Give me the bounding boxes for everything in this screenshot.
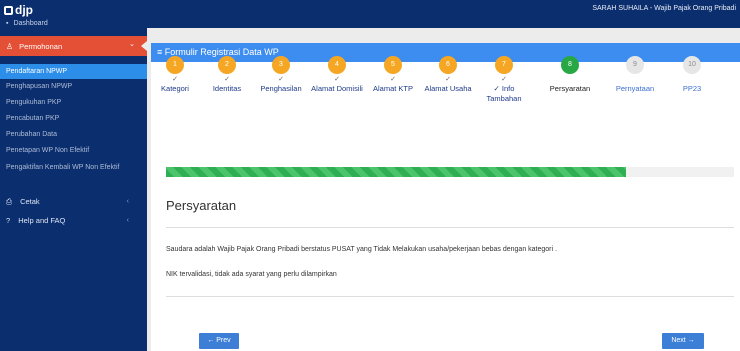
next-button[interactable]: Next → [662, 333, 704, 349]
question-icon: ? [6, 216, 11, 225]
validation-paragraph: NIK tervalidasi, tidak ada syarat yang p… [166, 271, 337, 278]
checkmark-icon: ✓ [172, 76, 178, 83]
step-number-circle: 9 [626, 56, 644, 74]
sidebar-item-penghapusan-npwp[interactable]: Penghapusan NPWP [0, 79, 147, 94]
user-info[interactable]: SARAH SUHAILA - Wajib Pajak Orang Pribad… [592, 5, 736, 12]
step-number-circle: 8 [561, 56, 579, 74]
step-label: Persyaratan [549, 84, 591, 93]
top-navbar: djp ▪ Dashboard SARAH SUHAILA - Wajib Pa… [0, 0, 740, 28]
sidebar-item-cetak[interactable]: ⎙ Cetak ‹ [0, 194, 147, 210]
next-button-label: Next [671, 337, 686, 344]
wizard-step-3[interactable]: 3 ✓ Penghasilan [255, 56, 307, 94]
sidebar-item-permohonan-label: Permohonan [19, 41, 63, 51]
checkmark-icon: ✓ [334, 76, 340, 83]
checkmark-icon: ✓ [501, 76, 507, 83]
divider [166, 296, 734, 297]
sidebar: ♙ Permohonan ⌄ Pendaftaran NPWP Penghapu… [0, 28, 147, 351]
sidebar-item-permohonan[interactable]: ♙ Permohonan ⌄ [0, 36, 147, 56]
sidebar-item-pengaktifan-kembali[interactable]: Pengaktifan Kembali WP Non Efektif [0, 161, 140, 183]
sidebar-item-pendaftaran-npwp[interactable]: Pendaftaran NPWP [0, 64, 147, 79]
step-label: PP23 [682, 84, 702, 93]
djp-logo[interactable]: djp [4, 3, 33, 17]
wizard-step-8[interactable]: 8 Persyaratan [544, 56, 596, 94]
step-label: Kategori [161, 84, 189, 93]
sidebar-item-pengukuhan-pkp[interactable]: Pengukuhan PKP [0, 95, 147, 110]
panel-body [151, 62, 740, 351]
divider [166, 227, 734, 228]
checkmark-icon [609, 75, 661, 84]
sidebar-item-cetak-label: Cetak [20, 197, 40, 206]
sidebar-item-penetapan-wp-non-efektif[interactable]: Penetapan WP Non Efektif [0, 143, 147, 158]
step-number-circle: 6 [439, 56, 457, 74]
sidebar-item-perubahan-data[interactable]: Perubahan Data [0, 127, 147, 142]
prev-button-label: Prev [216, 337, 231, 344]
arrow-right-icon: → [687, 337, 695, 344]
checkmark-icon: ✓ [390, 76, 396, 83]
progress-bar [166, 167, 734, 177]
print-icon: ⎙ [6, 197, 12, 206]
wizard-step-5[interactable]: 5 ✓ Alamat KTP [367, 56, 419, 94]
step-number-circle: 3 [272, 56, 290, 74]
sidebar-item-help-label: Help and FAQ [18, 216, 66, 225]
checkmark-icon [666, 75, 718, 84]
sidebar-item-dashboard[interactable]: ▪ Dashboard [6, 19, 48, 28]
wizard-step-4[interactable]: 4 ✓ Alamat Domisili [311, 56, 363, 94]
checkmark-icon: ✓ [278, 76, 284, 83]
arrow-left-icon: ← [207, 337, 215, 344]
step-number-circle: 4 [328, 56, 346, 74]
section-title: Persyaratan [166, 198, 237, 213]
sidebar-item-pencabutan-pkp[interactable]: Pencabutan PKP [0, 111, 147, 126]
logo-text: djp [15, 3, 33, 17]
wizard-step-10[interactable]: 10 PP23 [666, 56, 718, 94]
logo-icon [4, 5, 13, 15]
wizard-step-1[interactable]: 1 ✓ Kategori [149, 56, 201, 94]
chevron-left-icon: ‹ [126, 217, 129, 224]
step-label: Alamat KTP [372, 84, 413, 93]
step-label: Alamat Usaha [424, 84, 472, 93]
step-label: Penghasilan [260, 84, 302, 93]
progress-fill [166, 167, 627, 177]
checkmark-icon [544, 75, 596, 84]
chevron-down-icon: ⌄ [129, 41, 135, 48]
prev-button[interactable]: ← Prev [199, 333, 239, 349]
step-label: ✓ Info Tambahan [486, 84, 522, 103]
checkmark-icon: ✓ [445, 76, 451, 83]
wizard-step-7[interactable]: 7 ✓ ✓ Info Tambahan [478, 56, 530, 104]
step-label: Identitas [212, 84, 242, 93]
wizard-step-9[interactable]: 9 Pernyataan [609, 56, 661, 94]
wizard-step-6[interactable]: 6 ✓ Alamat Usaha [422, 56, 474, 94]
sidebar-item-dashboard-label: Dashboard [13, 20, 48, 27]
chevron-left-icon: ‹ [126, 198, 129, 205]
wizard-step-2[interactable]: 2 ✓ Identitas [201, 56, 253, 94]
step-number-circle: 1 [166, 56, 184, 74]
step-label: Alamat Domisili [311, 84, 363, 93]
step-number-circle: 10 [683, 56, 701, 74]
step-number-circle: 5 [384, 56, 402, 74]
user-icon: ♙ [6, 41, 14, 51]
step-label: Pernyataan [615, 84, 655, 93]
status-paragraph: Saudara adalah Wajib Pajak Orang Pribadi… [166, 246, 557, 253]
step-number-circle: 7 [495, 56, 513, 74]
sidebar-item-help[interactable]: ? Help and FAQ ‹ [0, 213, 147, 229]
step-number-circle: 2 [218, 56, 236, 74]
checkmark-icon: ✓ [224, 76, 230, 83]
dashboard-icon: ▪ [6, 20, 9, 27]
